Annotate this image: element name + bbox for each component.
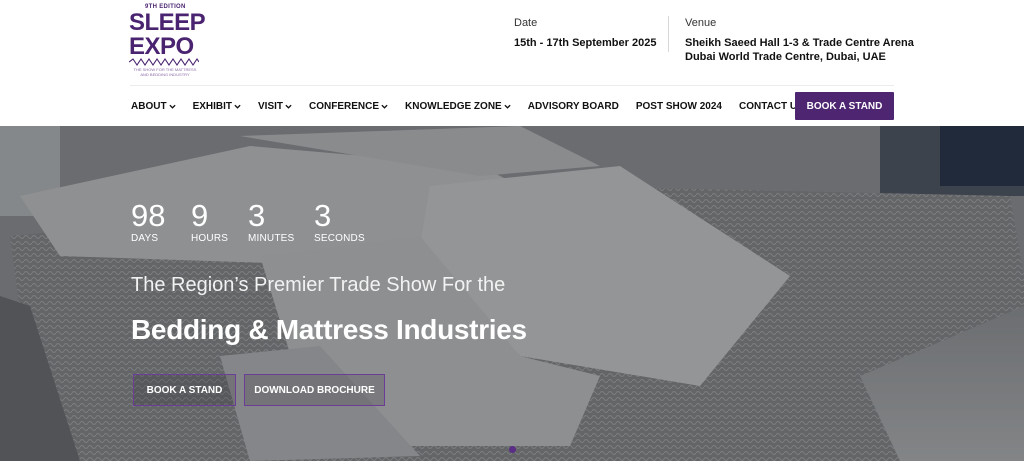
nav-item-advisory-board[interactable]: ADVISORY BOARD (528, 101, 619, 112)
chevron-down-icon (381, 104, 388, 109)
download-brochure-button[interactable]: DOWNLOAD BROCHURE (244, 374, 385, 406)
hero-book-a-stand-button[interactable]: BOOK A STAND (133, 374, 236, 406)
nav-item-label: CONFERENCE (309, 100, 380, 112)
countdown-value: 3 (314, 198, 332, 233)
countdown-value: 9 (191, 198, 209, 233)
hero-banner: 98 DAYS 9 HOURS 3 MINUTES 3 SECONDS The … (0, 126, 1024, 461)
nav-item-label: ABOUT (131, 100, 167, 112)
countdown-value: 3 (248, 198, 266, 233)
nav-item-label: VISIT (258, 100, 284, 112)
countdown-days: 98 DAYS (131, 199, 165, 245)
hero-headline: Bedding & Mattress Industries (131, 314, 527, 345)
book-a-stand-button[interactable]: BOOK A STAND (795, 92, 894, 120)
nav-item-conference[interactable]: CONFERENCE (309, 101, 388, 112)
nav-item-label: ADVISORY BOARD (527, 100, 619, 112)
date-value: 15th - 17th September 2025 (514, 37, 657, 49)
logo-wave-icon (129, 58, 199, 66)
chevron-down-icon (285, 104, 292, 109)
countdown-hours: 9 HOURS (191, 199, 228, 245)
countdown-seconds: 3 SECONDS (314, 199, 365, 245)
countdown-label: SECONDS (314, 233, 365, 244)
nav-item-visit[interactable]: VISIT (258, 101, 292, 112)
sleep-expo-logo[interactable]: 9TH EDITION SLEEP EXPO THE SHOW FOR THE … (129, 4, 206, 80)
main-nav: ABOUT EXHIBIT VISIT CONFERENCE KNOWLEDGE… (131, 99, 821, 113)
venue-line-2: Dubai World Trade Centre, Dubai, UAE (685, 51, 886, 63)
venue-line-1: Sheikh Saeed Hall 1-3 & Trade Centre Are… (685, 37, 914, 49)
countdown-label: MINUTES (248, 233, 295, 244)
nav-item-post-show-2024[interactable]: POST SHOW 2024 (636, 101, 722, 112)
nav-item-label: EXHIBIT (192, 100, 233, 112)
venue-label: Venue (685, 17, 717, 29)
logo-word-sleep: SLEEP (129, 9, 206, 36)
site-header: 9TH EDITION SLEEP EXPO THE SHOW FOR THE … (0, 0, 1024, 126)
nav-item-exhibit[interactable]: EXHIBIT (193, 101, 241, 112)
countdown-value: 98 (131, 198, 166, 233)
date-label: Date (514, 17, 538, 29)
nav-divider (130, 85, 894, 86)
logo-tagline: THE SHOW FOR THE MATTRESS AND BEDDING IN… (133, 67, 197, 77)
slider-dot[interactable] (509, 446, 516, 453)
header-divider (668, 16, 669, 52)
chevron-down-icon (168, 104, 176, 109)
countdown-label: DAYS (131, 233, 159, 244)
countdown-label: HOURS (191, 233, 229, 244)
nav-item-knowledge-zone[interactable]: KNOWLEDGE ZONE (405, 101, 511, 112)
nav-item-about[interactable]: ABOUT (131, 101, 176, 112)
logo-word-expo: EXPO (129, 33, 194, 60)
nav-item-label: KNOWLEDGE ZONE (405, 100, 502, 112)
chevron-down-icon (234, 104, 241, 109)
countdown-minutes: 3 MINUTES (248, 199, 294, 245)
chevron-down-icon (504, 104, 511, 109)
hero-tagline: The Region’s Premier Trade Show For the (131, 274, 506, 296)
nav-item-label: POST SHOW 2024 (635, 100, 722, 112)
